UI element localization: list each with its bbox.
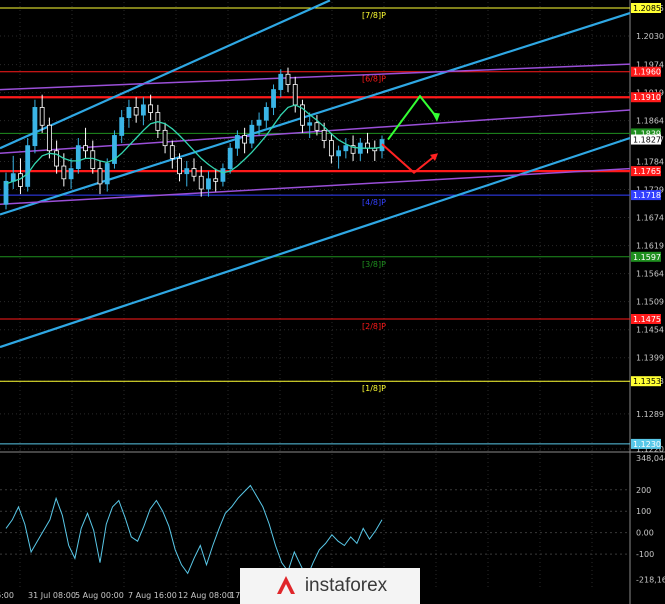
murrey-level-label: [7/8]P (362, 11, 386, 20)
watermark-brand: instaforex (304, 575, 388, 596)
cci-tick-label: 200 (636, 486, 651, 495)
candle-body (234, 135, 240, 149)
candle-body (169, 145, 175, 159)
candle-body (263, 107, 269, 121)
candle-body (292, 84, 298, 106)
cci-tick-label: -218,1615 (636, 575, 665, 584)
candle-body (314, 122, 320, 131)
candle-body (90, 150, 96, 169)
cci-tick-label: 100 (636, 507, 651, 516)
price-tick-label: 1.1289 (636, 410, 664, 419)
candle-body (18, 173, 23, 187)
price-tick-label: 1.1399 (636, 354, 664, 363)
candle-body (220, 168, 226, 182)
price-tick-label: 1.1509 (636, 298, 664, 307)
level-price-text: 1.1475 (633, 315, 661, 324)
candle-body (46, 124, 52, 152)
candle-body (321, 129, 327, 141)
candle-body (25, 145, 31, 187)
price-tick-label: 1.1619 (636, 242, 664, 251)
level-price-text: 1.1597 (633, 253, 661, 262)
candle-body (177, 157, 182, 175)
candle-body (271, 89, 276, 108)
time-tick-label: 6:00 (0, 591, 14, 600)
instaforex-watermark: instaforex (240, 568, 420, 604)
candle-body (3, 180, 9, 205)
candle-body (249, 124, 255, 144)
instaforex-logo-icon (276, 576, 295, 594)
candle-body (83, 145, 88, 152)
price-tick-label: 1.1674 (636, 214, 664, 223)
price-tick-label: 1.1864 (636, 117, 664, 126)
candle-body (61, 165, 67, 180)
candle-body (285, 73, 291, 85)
candle-body (278, 73, 284, 90)
candle-body (227, 147, 233, 169)
candle-body (75, 145, 81, 169)
murrey-level-label: [6/8]P (362, 75, 386, 84)
murrey-level-label: [4/8]P (362, 198, 386, 207)
candle-body (184, 168, 190, 175)
current-price-text: 1.1827 (633, 136, 661, 145)
time-tick-label: 5 Aug 00:00 (75, 591, 124, 600)
candle-body (213, 178, 219, 182)
price-tick-label: 1.2030 (636, 32, 664, 41)
candle-body (39, 107, 45, 126)
candle-body (343, 145, 349, 152)
candle-body (336, 150, 342, 157)
candle-body (104, 163, 110, 185)
candle-body (140, 104, 146, 116)
level-price-text: 1.1960 (633, 68, 661, 77)
murrey-level-label: [1/8]P (362, 384, 386, 393)
level-price-text: 1.2085 (633, 4, 661, 13)
price-tick-label: 1.1454 (636, 326, 664, 335)
candle-body (148, 104, 154, 113)
candle-body (162, 129, 168, 147)
candle-body (242, 135, 248, 144)
price-tick-label: 1.1784 (636, 157, 664, 166)
candle-body (191, 168, 197, 177)
murrey-level-label: [2/8]P (362, 322, 386, 331)
time-tick-label: 12 Aug 08:00 (178, 591, 232, 600)
candle-body (198, 175, 204, 190)
time-tick-label: 7 Aug 16:00 (128, 591, 177, 600)
level-price-text: 1.1353 (633, 377, 661, 386)
candle-body (206, 178, 211, 190)
candle-body (256, 119, 262, 126)
level-price-text: 1.1910 (633, 93, 661, 102)
candle-body (54, 150, 60, 167)
price-chart: [7/8]P [6/8]P [4/8]P [3/8]P [2/8]P [1/8]P 1.2… (0, 0, 665, 604)
time-tick-label: 31 Jul 08:00 (28, 591, 76, 600)
candle-body (307, 122, 313, 126)
cci-tick-label: -100 (636, 550, 654, 559)
level-price-text: 1.1765 (633, 167, 661, 176)
candle-body (133, 107, 139, 116)
candle-body (328, 140, 334, 157)
candle-body (126, 107, 132, 119)
level-price-text: 1.1230 (633, 440, 661, 449)
candle-body (119, 117, 125, 136)
cci-tick-label: 0.00 (636, 529, 654, 538)
price-tick-label: 1.1564 (636, 270, 664, 279)
level-price-text: 1.1718 (633, 191, 661, 200)
murrey-level-label: [3/8]P (362, 260, 386, 269)
candle-body (68, 168, 74, 180)
candle-body (32, 107, 38, 147)
cci-tick-label: 348,0443 (636, 454, 665, 463)
candle-body (365, 142, 370, 149)
candle-body (97, 168, 103, 185)
